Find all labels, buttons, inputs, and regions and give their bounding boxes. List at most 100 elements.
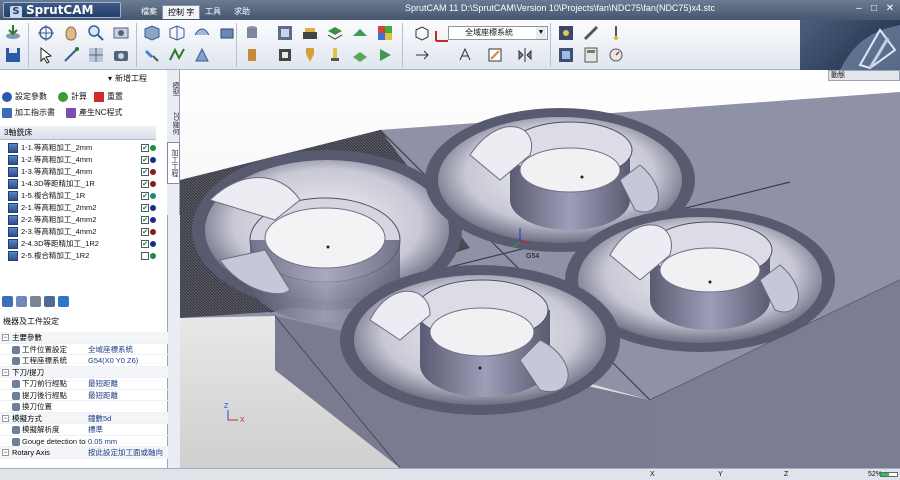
probe-tool-icon[interactable]: [606, 23, 626, 43]
wireframe-icon[interactable]: [167, 23, 187, 43]
property-row[interactable]: Gouge detection tol 0.05 mm: [0, 436, 168, 448]
stock-icon[interactable]: [217, 23, 237, 43]
fixture-icon[interactable]: [192, 45, 212, 65]
setup-sheet-button[interactable]: 加工指示書: [2, 106, 55, 120]
stock-settings-icon[interactable]: [30, 296, 41, 307]
operation-row[interactable]: 2-5.複合精加工_1R2: [0, 250, 156, 262]
view-icon[interactable]: [111, 23, 131, 43]
operation-checkbox[interactable]: ✔: [141, 216, 149, 224]
toolpath-icon[interactable]: [167, 45, 187, 65]
tool-icon[interactable]: [142, 45, 162, 65]
operation-checkbox[interactable]: ✔: [141, 180, 149, 188]
tab-operations[interactable]: 加工工程: [167, 142, 180, 184]
gauge-icon[interactable]: [606, 45, 626, 65]
collapse-icon[interactable]: −: [2, 414, 9, 422]
operation-checkbox[interactable]: ✔: [141, 144, 149, 152]
operation-row[interactable]: 1-5.複合精加工_1R ✔: [0, 190, 156, 202]
tab-model[interactable]: 模型: [167, 74, 180, 104]
text-icon[interactable]: [455, 45, 475, 65]
close-icon[interactable]: ✕: [883, 3, 897, 15]
operation-row[interactable]: 2-1.等高粗加工_2mm2 ✔: [0, 202, 156, 214]
cutter-icon[interactable]: [325, 45, 345, 65]
operation-row[interactable]: 1-2.等高粗加工_4mm ✔: [0, 154, 156, 166]
property-row[interactable]: 模擬解析度 標準: [0, 424, 168, 436]
calculate-button[interactable]: 計算: [58, 90, 87, 104]
operation-row[interactable]: 1-1.等高粗加工_2mm ✔: [0, 142, 156, 154]
color-icon[interactable]: [375, 23, 395, 43]
collapse-icon[interactable]: −: [2, 449, 9, 456]
tab-2d-geometry[interactable]: 2D幾何: [167, 106, 180, 140]
operation-checkbox[interactable]: ✔: [141, 192, 149, 200]
sim-icon[interactable]: [375, 45, 395, 65]
operation-checkbox[interactable]: ✔: [141, 156, 149, 164]
camera-icon[interactable]: [111, 45, 131, 65]
menu-tab-file[interactable]: 檔案: [136, 5, 162, 19]
coordinate-system-select[interactable]: 全域座標系統 ▼: [448, 26, 548, 40]
property-value[interactable]: 最短距離: [88, 378, 168, 390]
property-row[interactable]: 換刀位置: [0, 401, 168, 413]
operation-checkbox[interactable]: ✔: [141, 168, 149, 176]
settings-button[interactable]: 設定參數: [2, 90, 47, 104]
menu-tab-help[interactable]: 求助: [229, 5, 255, 19]
report-icon[interactable]: [556, 23, 576, 43]
property-value[interactable]: 0.05 mm: [88, 436, 168, 448]
cursor-icon[interactable]: [36, 45, 56, 65]
property-value[interactable]: 全域座標系統: [88, 344, 168, 356]
property-value[interactable]: 鐘數5d: [88, 413, 168, 425]
operation-row[interactable]: 2-4.3D等距精加工_1R2 ✔: [0, 238, 156, 250]
select-point-icon[interactable]: [36, 23, 56, 43]
layer-icon[interactable]: [325, 23, 345, 43]
postprocessor-icon[interactable]: [556, 45, 576, 65]
operations-header[interactable]: 3軸銑床: [0, 126, 156, 140]
property-section[interactable]: − 主要參數: [0, 332, 168, 344]
property-section[interactable]: − 模擬方式 鐘數5d: [0, 412, 168, 425]
surface-green-icon[interactable]: [350, 23, 370, 43]
view-filter-select[interactable]: 動態: [828, 70, 900, 81]
property-value[interactable]: G54(X0 Y0 Z6): [88, 355, 168, 367]
property-row[interactable]: 下刀前行經點 最短距離: [0, 378, 168, 390]
collapse-icon[interactable]: −: [2, 334, 9, 341]
property-value[interactable]: 最短距離: [88, 390, 168, 402]
gear-icon[interactable]: [16, 296, 27, 307]
operation-checkbox[interactable]: [141, 252, 149, 260]
3d-viewport[interactable]: G54 Z X: [180, 70, 900, 468]
property-row[interactable]: 提刀後行經點 最短距離: [0, 390, 168, 402]
holder-icon[interactable]: [275, 45, 295, 65]
machine-icon[interactable]: [275, 23, 295, 43]
pipe-icon[interactable]: [242, 45, 262, 65]
measure-icon[interactable]: [581, 23, 601, 43]
property-value[interactable]: 標準: [88, 424, 168, 436]
app-logo[interactable]: S SprutCAM: [3, 2, 121, 18]
snap-icon[interactable]: [61, 45, 81, 65]
tool-settings-icon[interactable]: [58, 296, 69, 307]
operation-row[interactable]: 2-2.等高粗加工_4mm2 ✔: [0, 214, 156, 226]
reset-button[interactable]: 重置: [94, 90, 123, 104]
new-operation-button[interactable]: ▾ 新增工程: [108, 73, 147, 84]
shading-icon[interactable]: [142, 23, 162, 43]
cylinder-icon[interactable]: [242, 23, 262, 43]
operation-checkbox[interactable]: ✔: [141, 228, 149, 236]
operation-checkbox[interactable]: ✔: [141, 204, 149, 212]
operation-checkbox[interactable]: ✔: [141, 240, 149, 248]
cube-view-icon[interactable]: [412, 23, 432, 43]
calculator-icon[interactable]: [581, 45, 601, 65]
mirror-icon[interactable]: [515, 45, 535, 65]
flip-icon[interactable]: [412, 45, 432, 65]
property-row[interactable]: 工件位置設定 全域座標系統: [0, 344, 168, 356]
transform-icon[interactable]: [485, 45, 505, 65]
menu-tab-tools[interactable]: 工具: [200, 5, 226, 19]
probe-icon[interactable]: [300, 45, 320, 65]
grid-icon[interactable]: [86, 45, 106, 65]
save-icon[interactable]: [3, 45, 23, 65]
hand-icon[interactable]: [61, 23, 81, 43]
property-row[interactable]: 工程座標系統 G54(X0 Y0 Z6): [0, 355, 168, 367]
property-section[interactable]: − 下刀/提刀: [0, 366, 168, 378]
operation-row[interactable]: 1-3.等高精加工_4mm ✔: [0, 166, 156, 178]
surface-icon[interactable]: [192, 23, 212, 43]
part-settings-icon[interactable]: [44, 296, 55, 307]
collapse-icon[interactable]: −: [2, 368, 9, 376]
vise-icon[interactable]: [300, 23, 320, 43]
machine-settings-icon[interactable]: [2, 296, 13, 307]
minimize-icon[interactable]: –: [852, 3, 866, 15]
property-value[interactable]: 按此設定加工面或軸向: [88, 447, 168, 459]
